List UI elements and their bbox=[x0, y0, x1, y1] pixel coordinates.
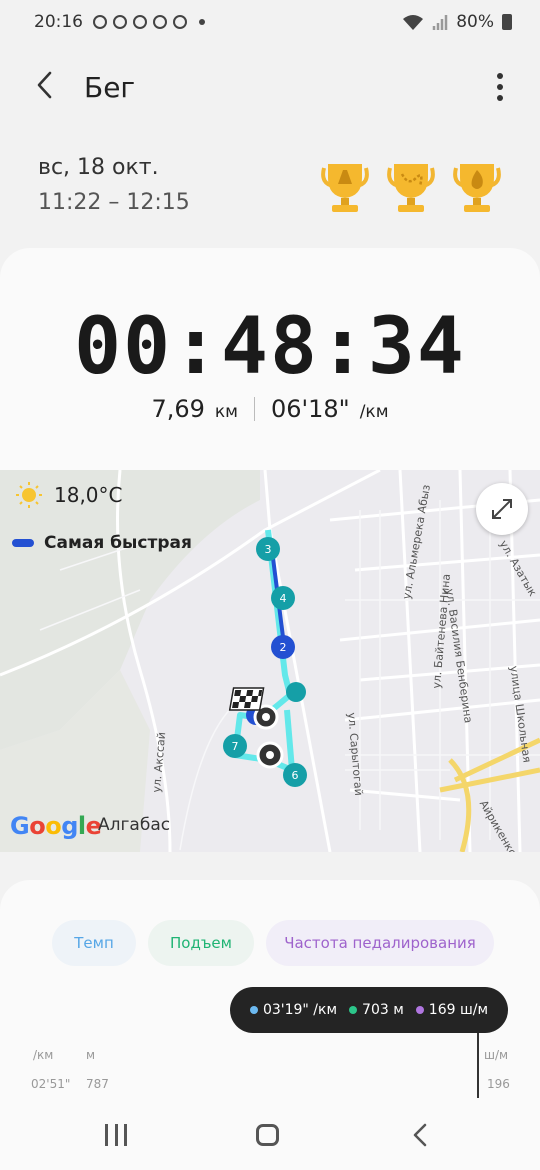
battery-icon bbox=[502, 14, 512, 30]
stats-divider bbox=[253, 397, 255, 421]
distance-value: 7,69 bbox=[151, 395, 205, 423]
workout-date-block: вс, 18 окт. 11:22 – 12:15 bbox=[38, 155, 190, 215]
chart-tabs: Темп Подъем Частота педалирования bbox=[52, 920, 494, 966]
recent-apps-icon[interactable] bbox=[105, 1124, 127, 1146]
trophy-route-icon[interactable] bbox=[386, 162, 436, 214]
tooltip-elevation: 703 м bbox=[349, 1002, 404, 1018]
pace-axis-top: 02'51" bbox=[31, 1077, 71, 1091]
notification-icon bbox=[93, 15, 107, 29]
cadence-axis-unit: ш/м bbox=[484, 1048, 509, 1062]
legend-label: Самая быстрая bbox=[44, 533, 192, 553]
temperature: 18,0°C bbox=[54, 483, 123, 507]
app-header: Бег bbox=[0, 55, 540, 119]
workout-time-range: 11:22 – 12:15 bbox=[38, 190, 190, 215]
tab-pace[interactable]: Темп bbox=[52, 920, 136, 966]
route-marker-4: 4 bbox=[280, 592, 287, 605]
back-arrow-icon[interactable] bbox=[30, 69, 62, 101]
trophy-calories-icon[interactable] bbox=[452, 162, 502, 214]
weather-info: 18,0°C bbox=[16, 482, 123, 508]
google-logo: Google bbox=[10, 812, 102, 840]
battery-percent: 80% bbox=[456, 12, 494, 32]
home-icon[interactable] bbox=[256, 1124, 279, 1146]
summary-stats: 7,69 км 06'18" /км bbox=[0, 395, 540, 423]
alarm-icon bbox=[153, 15, 167, 29]
expand-map-button[interactable] bbox=[476, 483, 528, 535]
pace-value: 06'18" bbox=[270, 395, 350, 423]
wifi-icon bbox=[403, 15, 424, 30]
map-city-label: Алгабас bbox=[98, 815, 171, 835]
pace-axis-unit: /км bbox=[33, 1048, 54, 1062]
cadence-axis-top: 196 bbox=[487, 1077, 510, 1091]
chart-cursor[interactable] bbox=[477, 1033, 479, 1098]
sun-icon bbox=[16, 482, 42, 508]
notification-icons bbox=[93, 15, 205, 29]
page-title: Бег bbox=[84, 71, 136, 104]
status-bar: 20:16 80% bbox=[0, 0, 540, 44]
finish-flag-icon bbox=[228, 687, 265, 711]
nav-back-icon[interactable] bbox=[408, 1122, 434, 1148]
notification-icon bbox=[173, 15, 187, 29]
notification-icon bbox=[133, 15, 147, 29]
more-vert-icon[interactable] bbox=[496, 73, 504, 101]
legend-swatch-fastest bbox=[12, 539, 34, 547]
route-marker-6: 6 bbox=[292, 769, 299, 782]
trophies bbox=[320, 162, 502, 214]
tooltip-cadence: 169 ш/м bbox=[415, 1002, 488, 1018]
tab-elevation[interactable]: Подъем bbox=[148, 920, 254, 966]
map-legend: Самая быстрая bbox=[12, 533, 192, 553]
expand-icon bbox=[492, 499, 512, 519]
signal-icon bbox=[432, 15, 448, 30]
workout-date: вс, 18 окт. bbox=[38, 155, 159, 180]
route-map[interactable]: 3 4 2 7 6 ул. Альмерека Абыз ул. Василия… bbox=[0, 470, 540, 852]
pace-unit: /км bbox=[359, 402, 389, 422]
chart-tooltip: 03'19" /км 703 м 169 ш/м bbox=[230, 987, 508, 1033]
more-notifications-icon bbox=[199, 19, 205, 25]
status-time: 20:16 bbox=[34, 12, 83, 32]
distance-unit: км bbox=[214, 402, 238, 422]
tab-cadence[interactable]: Частота педалирования bbox=[266, 920, 494, 966]
route-marker-7: 7 bbox=[232, 740, 239, 753]
route-marker-3: 3 bbox=[265, 543, 272, 556]
route-marker-2: 2 bbox=[280, 641, 287, 654]
duration-display: 00:48:34 bbox=[74, 302, 466, 392]
notification-icon bbox=[113, 15, 127, 29]
trophy-distance-icon[interactable] bbox=[320, 162, 370, 214]
elevation-axis-unit: м bbox=[86, 1048, 96, 1062]
elevation-axis-top: 787 bbox=[86, 1077, 109, 1091]
tooltip-pace: 03'19" /км bbox=[249, 1002, 337, 1018]
